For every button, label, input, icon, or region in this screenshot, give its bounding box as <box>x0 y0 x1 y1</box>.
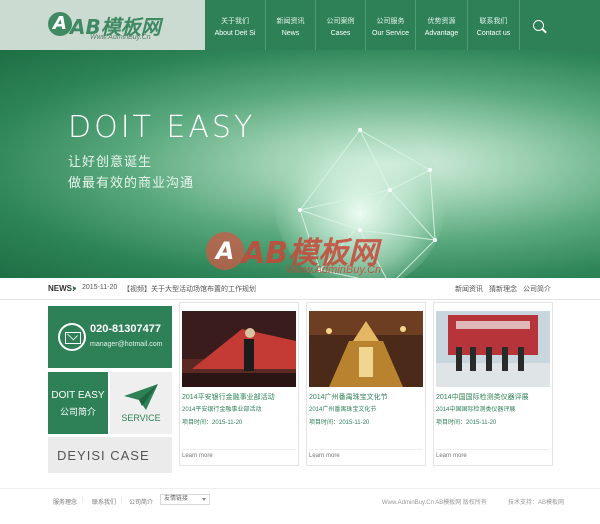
logo[interactable]: A AB模板网 Www.AdminBuy.Cn <box>0 0 205 50</box>
case-card[interactable]: 2014广州番禺珠宝文化节 2014广州番禺珠宝文化节 项目时间：2015-11… <box>306 302 426 466</box>
footer-link-contact[interactable]: 联系我们 <box>92 497 116 506</box>
news-link-about[interactable]: 公司简介 <box>523 284 551 294</box>
nav-item-en: About Deit Si <box>214 30 256 37</box>
nav-item-cn: 优势资源 <box>427 18 456 25</box>
nav-item-cn: 公司服务 <box>376 18 405 25</box>
about-tile-label: 公司简介 <box>59 407 96 417</box>
contact-phone: 020-81307477 <box>90 323 161 335</box>
card-subtitle: 2014中国国际检测类仪器评展 <box>436 407 516 413</box>
nav-item-cn: 公司案例 <box>326 18 355 25</box>
card-divider <box>182 449 296 450</box>
card-title[interactable]: 2014平安银行金融事业部活动 <box>182 392 298 402</box>
nav-item-cn: 新闻资讯 <box>276 18 305 25</box>
nav-item-cases[interactable]: 公司案例 Cases <box>315 0 365 50</box>
card-learn-more[interactable]: Learn more <box>309 453 340 459</box>
banner-subtitle-1: 让好创意诞生 <box>68 154 153 169</box>
nav-item-news[interactable]: 新闻资讯 News <box>265 0 315 50</box>
site-footer: 服务理念 | 联系我们 | 公司简介 友情链接 Www.AdminBuy.Cn … <box>0 488 600 524</box>
case-tile-label: DEYISI CASE <box>57 448 150 463</box>
card-title[interactable]: 2014广州番禺珠宝文化节 <box>309 392 425 402</box>
case-tile[interactable]: DEYISI CASE <box>48 437 212 473</box>
mail-icon <box>58 323 86 351</box>
watermark-mark: A <box>206 232 244 270</box>
news-link-news[interactable]: 新闻资讯 <box>455 284 483 294</box>
card-date: 项目时间：2015-11-20 <box>309 420 370 426</box>
footer-separator: | <box>82 497 84 503</box>
service-tile-label: SERVICE <box>121 413 161 423</box>
case-card[interactable]: 2014中国国际检测类仪器评展 2014中国国际检测类仪器评展 项目时间：201… <box>433 302 553 466</box>
service-tile[interactable]: SERVICE <box>110 372 172 434</box>
card-divider <box>436 449 550 450</box>
card-subtitle: 2014平安银行金融事业部活动 <box>182 407 262 413</box>
site-header: A AB模板网 Www.AdminBuy.Cn 关于我们 About Deit … <box>0 0 600 50</box>
card-divider <box>309 449 423 450</box>
logo-mark: A <box>48 12 72 36</box>
footer-copyright: Www.AdminBuy.Cn AB模板网 版权所有 <box>382 500 487 506</box>
card-date: 项目时间：2015-11-20 <box>182 420 243 426</box>
watermark-subtext: Www.AdminBuy.Cn <box>286 264 382 276</box>
banner-title: DOIT EASY <box>68 110 256 145</box>
nav-item-en: Our Service <box>372 30 409 37</box>
nav-item-service[interactable]: 公司服务 Our Service <box>365 0 415 50</box>
nav-item-about[interactable]: 关于我们 About Deit Si <box>205 0 265 50</box>
card-title[interactable]: 2014中国国际检测类仪器评展 <box>436 392 552 402</box>
card-learn-more[interactable]: Learn more <box>182 453 213 459</box>
news-date: 2015-11-20 <box>82 284 118 291</box>
nav-item-en: Advantage <box>424 30 459 37</box>
about-tile[interactable]: DOIT EASY 公司简介 <box>48 372 108 434</box>
card-image[interactable] <box>309 311 423 387</box>
contact-tile[interactable]: 020-81307477 manager@hotmail.com <box>48 306 172 368</box>
card-date: 项目时间：2015-11-20 <box>436 420 497 426</box>
nav-item-en: News <box>281 30 300 37</box>
card-subtitle: 2014广州番禺珠宝文化节 <box>309 407 377 413</box>
footer-support: 技术支持：AB模板网 <box>508 500 565 506</box>
footer-link-about[interactable]: 公司简介 <box>129 497 153 506</box>
case-card[interactable]: 2014平安银行金融事业部活动 2014平安银行金融事业部活动 项目时间：201… <box>179 302 299 466</box>
paper-plane-icon <box>124 384 158 410</box>
footer-link-service[interactable]: 服务理念 <box>53 497 77 506</box>
nav-item-en: Contact us <box>476 30 511 37</box>
nav-item-advantage[interactable]: 优势资源 Advantage <box>415 0 467 50</box>
friend-links-select[interactable]: 友情链接 <box>160 494 210 505</box>
card-learn-more[interactable]: Learn more <box>436 453 467 459</box>
nav-search-area <box>519 0 600 50</box>
nav-item-contact[interactable]: 联系我们 Contact us <box>467 0 519 50</box>
news-label: NEWS: <box>48 284 75 293</box>
logo-subtext: Www.AdminBuy.Cn <box>90 34 151 41</box>
search-icon[interactable] <box>533 20 544 31</box>
card-image[interactable] <box>182 311 296 387</box>
footer-separator: | <box>121 497 123 503</box>
news-bullet <box>73 287 76 290</box>
about-tile-title: DOIT EASY <box>51 390 105 401</box>
nav-item-cn: 联系我们 <box>479 18 508 25</box>
nav-item-en: Cases <box>330 30 351 37</box>
card-image[interactable] <box>436 311 550 387</box>
contact-email: manager@hotmail.com <box>90 341 163 348</box>
nav-item-cn: 关于我们 <box>221 18 249 25</box>
news-link-concept[interactable]: 猜新理念 <box>489 284 517 294</box>
banner-subtitle-2: 做最有效的商业沟通 <box>68 175 195 190</box>
watermark-logo: A AB模板网 Www.AdminBuy.Cn <box>206 228 406 298</box>
